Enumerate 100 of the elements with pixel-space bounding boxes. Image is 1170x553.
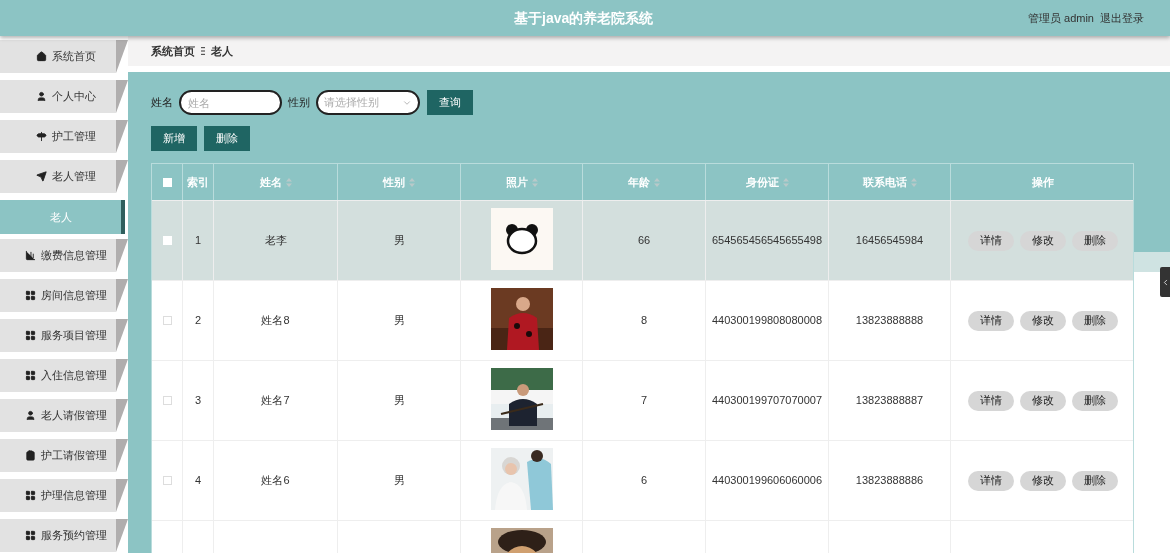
sidebar-item[interactable]: 护工管理 — [0, 120, 116, 153]
table-cell-text: 男 — [393, 313, 405, 329]
row-action-button[interactable]: 详情 — [967, 310, 1014, 331]
sidebar-item[interactable]: 入住信息管理 — [0, 359, 116, 392]
sort-icon[interactable] — [285, 177, 292, 187]
grid-icon — [25, 490, 36, 501]
user-icon — [36, 91, 47, 102]
table-cell-text: 3 — [194, 393, 202, 409]
sidebar-item[interactable]: 个人中心 — [0, 80, 116, 113]
separator-icon — [201, 47, 205, 55]
table-row[interactable]: 3 姓名7 男 7 440300199707070007 13823888887 详情 修改 删除 — [152, 360, 1133, 440]
user-icon — [25, 410, 36, 421]
sort-icon[interactable] — [654, 177, 660, 187]
row-action-button[interactable]: 删除 — [1071, 310, 1118, 331]
column-header: 操作 — [1030, 174, 1055, 190]
checkbox[interactable] — [162, 396, 172, 405]
table-cell-text: 男 — [393, 393, 405, 409]
tab-shadow-icon — [116, 359, 128, 392]
table-cell-text: 老李 — [264, 233, 287, 249]
table-cell-text: 13823888888 — [855, 313, 924, 329]
sort-icon[interactable] — [782, 177, 789, 187]
row-action-button[interactable]: 详情 — [967, 470, 1014, 491]
tab-shadow-icon — [116, 479, 128, 512]
table-cell-text: 440300199707070007 — [711, 393, 823, 409]
table-cell-text: 2 — [194, 313, 202, 329]
table-cell-text: 66 — [637, 233, 651, 249]
table-row[interactable]: 1 老李 男 66 654565456545655498 16456545984 详情 修改 删除 — [152, 200, 1133, 280]
table-cell-text: 男 — [393, 233, 405, 249]
table-cell-text: 6 — [640, 473, 648, 489]
paper-plane-icon — [36, 171, 47, 182]
breadcrumb-link[interactable]: 系统首页 — [151, 42, 195, 60]
grid-icon — [25, 370, 36, 381]
sort-icon[interactable] — [531, 177, 538, 187]
sidebar-item[interactable]: 服务项目管理 — [0, 319, 116, 352]
field-label: 姓名 — [151, 95, 173, 111]
sidebar-item[interactable]: 服务预约管理 — [0, 519, 116, 552]
sidebar-item[interactable]: 房间信息管理 — [0, 279, 116, 312]
tab-shadow-icon — [116, 519, 128, 552]
table-cell-text: 13823888886 — [855, 473, 924, 489]
table-cell-text: 男 — [393, 473, 405, 489]
row-action-button[interactable]: 删除 — [1071, 470, 1118, 491]
checkbox[interactable] — [162, 316, 172, 325]
sidebar-item[interactable]: 护工请假管理 — [0, 439, 116, 472]
sidebar-item[interactable]: 缴费信息管理 — [0, 239, 116, 272]
grid-icon — [25, 290, 36, 301]
user-label: 管理员 admin — [1027, 10, 1094, 26]
field-label: 性别 — [288, 95, 310, 111]
tab-shadow-icon — [116, 439, 128, 472]
app-title: 基于java的养老院系统 — [514, 9, 654, 28]
tab-shadow-icon — [116, 40, 128, 73]
tab-shadow-icon — [116, 120, 128, 153]
tab-shadow-icon — [116, 319, 128, 352]
row-action-button[interactable]: 修改 — [1019, 390, 1066, 411]
tab-shadow-icon — [116, 399, 128, 432]
table-cell-text: 654565456545655498 — [711, 233, 823, 249]
tab-shadow-icon — [116, 160, 128, 193]
sidebar-item[interactable]: 老人请假管理 — [0, 399, 116, 432]
table-cell-text: 440300199606060006 — [711, 473, 823, 489]
sort-icon[interactable] — [409, 177, 415, 187]
row-action-button[interactable]: 删除 — [1071, 230, 1118, 251]
grid-icon — [25, 530, 36, 541]
side-toggle-button[interactable] — [1160, 267, 1170, 297]
row-action-button[interactable]: 修改 — [1019, 470, 1066, 491]
row-action-button[interactable]: 详情 — [967, 230, 1014, 251]
sidebar-item[interactable]: 老人管理 — [0, 160, 116, 193]
action-button[interactable]: 新增 — [151, 126, 197, 151]
logout-link[interactable]: 退出登录 — [1100, 9, 1144, 27]
tab-shadow-icon — [116, 80, 128, 113]
sidebar-item[interactable]: 护理信息管理 — [0, 479, 116, 512]
row-action-button[interactable]: 详情 — [967, 390, 1014, 411]
signpost-icon — [36, 131, 47, 142]
grid-icon — [25, 330, 36, 341]
table-row[interactable]: 2 姓名8 男 8 440300199808080008 13823888888 详情 修改 删除 — [152, 280, 1133, 360]
bar-chart-icon — [25, 250, 36, 261]
table-cell-text: 440300199808080008 — [711, 313, 823, 329]
table-row[interactable]: 4 姓名6 男 6 440300199606060006 13823888886 详情 修改 删除 — [152, 440, 1133, 520]
query-button[interactable]: 查询 — [427, 90, 473, 115]
table-cell-text: 姓名7 — [261, 393, 290, 409]
row-action-button[interactable]: 修改 — [1019, 230, 1066, 251]
home-icon — [36, 51, 47, 62]
input-field[interactable]: 姓名 — [179, 90, 282, 115]
table-cell-text: 4 — [194, 473, 202, 489]
sort-icon[interactable] — [910, 177, 917, 187]
sidebar-item[interactable]: 系统首页 — [0, 40, 116, 73]
table-cell-text: 13823888887 — [855, 393, 924, 409]
breadcrumb-current: 老人 — [211, 43, 233, 59]
table-cell-text: 16456545984 — [855, 233, 924, 249]
row-action-button[interactable]: 修改 — [1019, 310, 1066, 331]
table-cell-text: 7 — [640, 393, 648, 409]
table-cell-text: 姓名8 — [261, 313, 290, 329]
table-cell-text: 8 — [640, 313, 648, 329]
checkbox[interactable] — [162, 476, 172, 485]
tab-shadow-icon — [116, 279, 128, 312]
chevron-left-icon — [1161, 277, 1170, 287]
tab-shadow-icon — [116, 239, 128, 272]
table-cell-text: 1 — [194, 233, 202, 249]
table-cell-text: 姓名6 — [261, 473, 290, 489]
row-action-button[interactable]: 删除 — [1071, 390, 1118, 411]
action-button[interactable]: 删除 — [204, 126, 250, 151]
clipboard-icon — [25, 450, 36, 461]
